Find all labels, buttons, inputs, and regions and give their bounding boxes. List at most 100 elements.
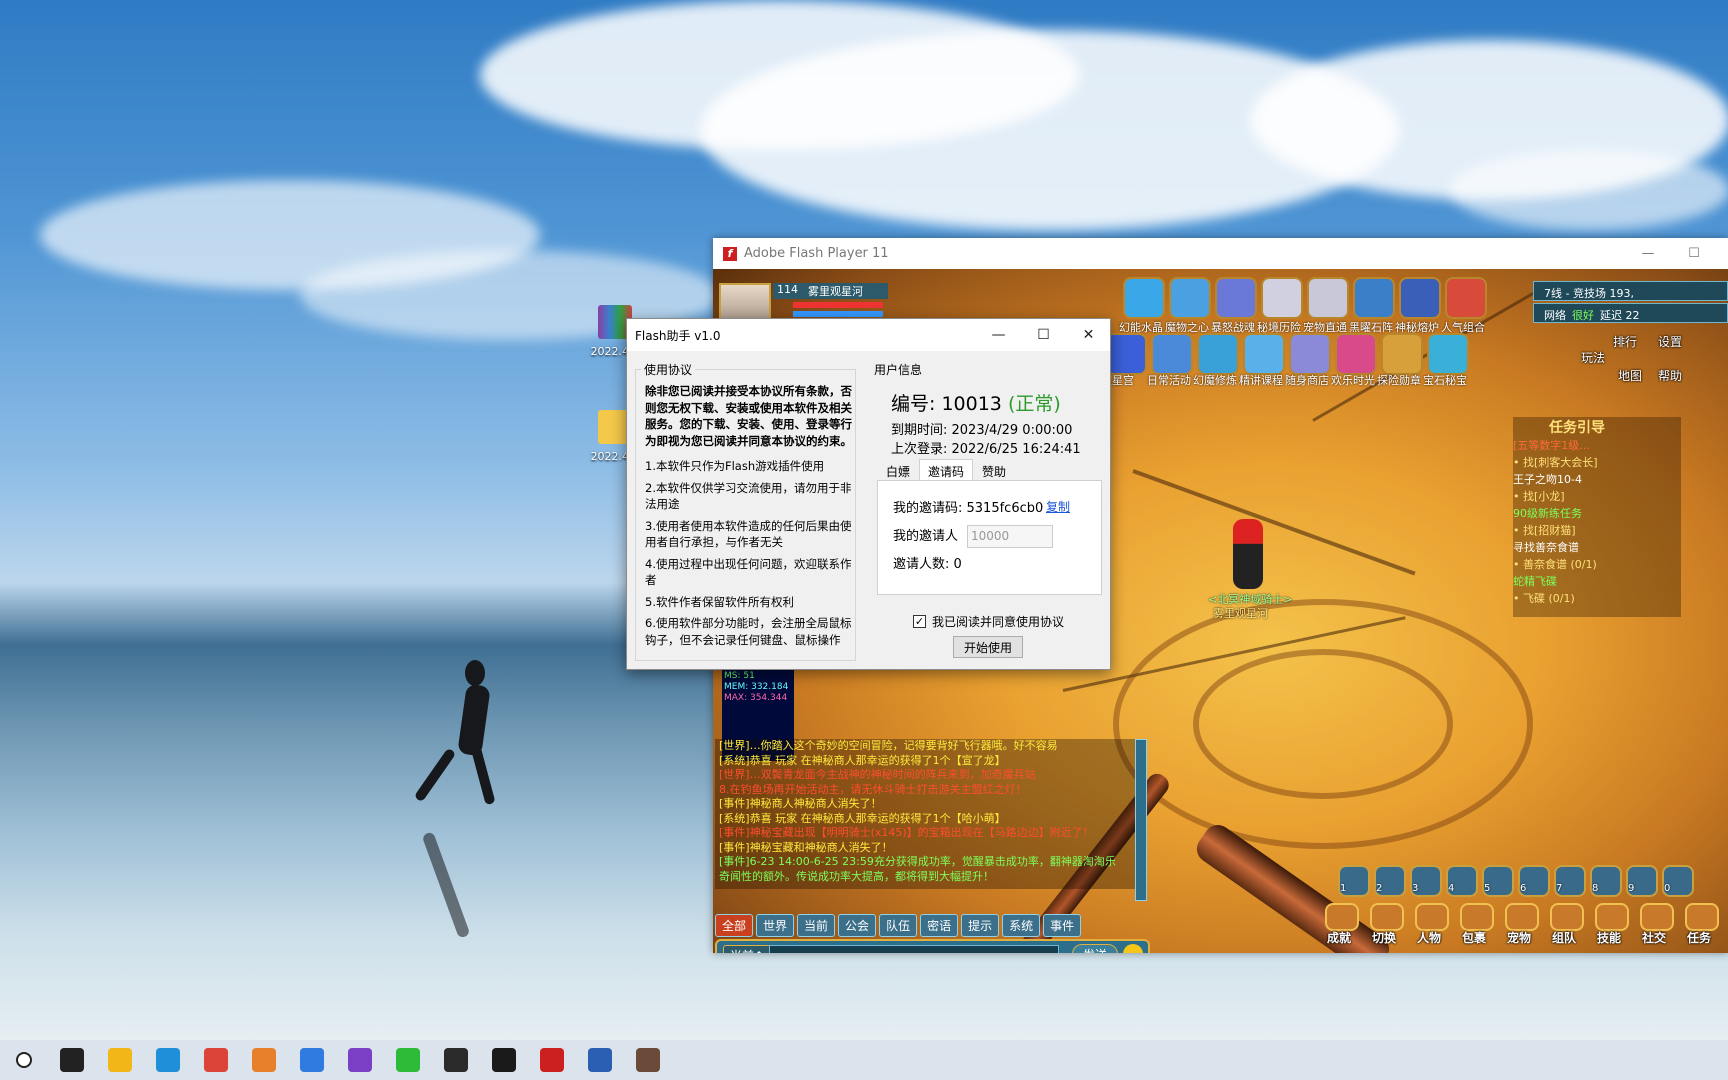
- chat-tab[interactable]: 公会: [838, 914, 877, 937]
- taskbar-item[interactable]: [624, 1040, 672, 1080]
- feature-icon[interactable]: [1445, 277, 1487, 319]
- inviter-input[interactable]: 10000: [967, 525, 1053, 548]
- dialog-maximize-button[interactable]: ☐: [1021, 319, 1066, 351]
- chat-tab[interactable]: 世界: [756, 914, 795, 937]
- ranking-button[interactable]: 排行: [1613, 333, 1637, 350]
- flash-minimize-button[interactable]: —: [1625, 238, 1671, 269]
- taskbar-item[interactable]: [288, 1040, 336, 1080]
- chat-input[interactable]: [769, 945, 1059, 953]
- feature-icon[interactable]: [1123, 277, 1165, 319]
- taskbar-item[interactable]: [240, 1040, 288, 1080]
- chat-tab[interactable]: 全部: [715, 914, 754, 937]
- emoji-icon[interactable]: [1123, 944, 1143, 953]
- chat-tab[interactable]: 事件: [1043, 914, 1082, 937]
- task-line[interactable]: • 找[招财猫]: [1513, 522, 1681, 539]
- bottom-button-icon[interactable]: [1640, 903, 1674, 931]
- bottom-button-icon[interactable]: [1460, 903, 1494, 931]
- player-character[interactable]: [1233, 519, 1263, 589]
- gameplay-button[interactable]: 玩法: [1581, 349, 1605, 366]
- taskbar-item[interactable]: [432, 1040, 480, 1080]
- feature-icon[interactable]: [1151, 333, 1193, 375]
- task-line[interactable]: 寻找善奈食谱: [1513, 539, 1681, 556]
- bottom-button-icon[interactable]: [1505, 903, 1539, 931]
- task-line[interactable]: [五等数字1级...: [1513, 437, 1681, 454]
- task-line[interactable]: 王子之吻10-4: [1513, 471, 1681, 488]
- chat-tab[interactable]: 队伍: [879, 914, 918, 937]
- start-button[interactable]: 开始使用: [953, 636, 1023, 658]
- help-button[interactable]: 帮助: [1658, 367, 1682, 384]
- feature-icon[interactable]: [1335, 333, 1377, 375]
- bottom-button-icon[interactable]: [1325, 903, 1359, 931]
- bottom-button-label[interactable]: 组队: [1552, 929, 1576, 946]
- hotbar-number: 1: [1340, 883, 1347, 894]
- dialog-minimize-button[interactable]: —: [976, 319, 1021, 351]
- chat-log[interactable]: [世界]…你踏入这个奇妙的空间冒险，记得要背好飞行器哦。好不容易 [系统]恭喜 玩…: [715, 739, 1145, 889]
- feature-icon[interactable]: [1353, 277, 1395, 319]
- task-line[interactable]: • 找[小龙]: [1513, 488, 1681, 505]
- bottom-button-label[interactable]: 社交: [1642, 929, 1666, 946]
- chat-tab[interactable]: 提示: [961, 914, 1000, 937]
- feature-icon[interactable]: [1243, 333, 1285, 375]
- bottom-button-label[interactable]: 宠物: [1507, 929, 1531, 946]
- taskbar-item[interactable]: [144, 1040, 192, 1080]
- bottom-button-label[interactable]: 任务: [1687, 929, 1711, 946]
- taskbar-item[interactable]: [528, 1040, 576, 1080]
- taskbar-item[interactable]: [384, 1040, 432, 1080]
- bottom-button-label[interactable]: 人物: [1417, 929, 1441, 946]
- chat-scrollbar[interactable]: [1135, 739, 1147, 901]
- chat-send-button[interactable]: 发送: [1072, 944, 1119, 953]
- taskbar-item[interactable]: [576, 1040, 624, 1080]
- bottom-button-label[interactable]: 技能: [1597, 929, 1621, 946]
- task-line[interactable]: • 飞碟 (0/1): [1513, 590, 1681, 607]
- dialog-close-button[interactable]: ✕: [1066, 319, 1111, 351]
- chat-line: 奇闻性的额外。传说成功率大提高，都将得到大幅提升！: [719, 869, 994, 883]
- taskbar-item[interactable]: [192, 1040, 240, 1080]
- feature-label: 欢乐时光: [1331, 374, 1375, 387]
- copy-link[interactable]: 复制: [1046, 498, 1070, 515]
- bottom-button-icon[interactable]: [1550, 903, 1584, 931]
- agreement-text: 除非您已阅读并接受本协议所有条款，否则您无权下载、安装或使用本软件及相关服务。您…: [645, 383, 861, 653]
- chat-tab[interactable]: 密语: [920, 914, 959, 937]
- feature-icon[interactable]: [1197, 333, 1239, 375]
- taskbar-item[interactable]: [96, 1040, 144, 1080]
- task-line[interactable]: 蛇精飞碟: [1513, 573, 1681, 590]
- flash-maximize-button[interactable]: ☐: [1671, 238, 1717, 269]
- agree-row[interactable]: ✓ 我已阅读并同意使用协议: [913, 613, 1064, 630]
- task-line[interactable]: • 找[刺客大会长]: [1513, 454, 1681, 471]
- feature-icon[interactable]: [1289, 333, 1331, 375]
- feature-icon[interactable]: [1215, 277, 1257, 319]
- feature-icon[interactable]: [1307, 277, 1349, 319]
- agree-checkbox[interactable]: ✓: [913, 615, 926, 628]
- task-line[interactable]: • 善奈食谱 (0/1): [1513, 556, 1681, 573]
- flash-icon: [540, 1048, 564, 1072]
- feature-icon[interactable]: [1261, 277, 1303, 319]
- taskbar-item[interactable]: [0, 1040, 48, 1080]
- feature-icon[interactable]: [1169, 277, 1211, 319]
- chat-channel-select[interactable]: 当前↑: [723, 945, 772, 953]
- bottom-button-icon[interactable]: [1415, 903, 1449, 931]
- feature-label: 探险勋章: [1377, 374, 1421, 387]
- bottom-button-icon[interactable]: [1685, 903, 1719, 931]
- player-nameplate: 114 雾里观星河: [773, 283, 888, 299]
- feature-icon[interactable]: [1381, 333, 1423, 375]
- taskbar-item[interactable]: [336, 1040, 384, 1080]
- bottom-button-label[interactable]: 成就: [1327, 929, 1351, 946]
- hotbar-number: 8: [1592, 883, 1599, 894]
- task-line[interactable]: 90级新练任务: [1513, 505, 1681, 522]
- taskbar-item[interactable]: [480, 1040, 528, 1080]
- feature-icon[interactable]: [1399, 277, 1441, 319]
- bottom-button-label[interactable]: 包裹: [1462, 929, 1486, 946]
- chat-tab[interactable]: 系统: [1002, 914, 1041, 937]
- taskbar-item[interactable]: [48, 1040, 96, 1080]
- settings-button[interactable]: 设置: [1658, 333, 1682, 350]
- chat-tab[interactable]: 当前: [797, 914, 836, 937]
- bottom-button-icon[interactable]: [1370, 903, 1404, 931]
- flash-titlebar[interactable]: f Adobe Flash Player 11: [713, 238, 1728, 269]
- agree-label: 我已阅读并同意使用协议: [932, 615, 1065, 629]
- mp-bar: [793, 311, 883, 317]
- feature-icon[interactable]: [1427, 333, 1469, 375]
- bottom-button-label[interactable]: 切换: [1372, 929, 1396, 946]
- bottom-button-icon[interactable]: [1595, 903, 1629, 931]
- feature-icon[interactable]: [1105, 333, 1147, 375]
- map-button[interactable]: 地图: [1618, 367, 1642, 384]
